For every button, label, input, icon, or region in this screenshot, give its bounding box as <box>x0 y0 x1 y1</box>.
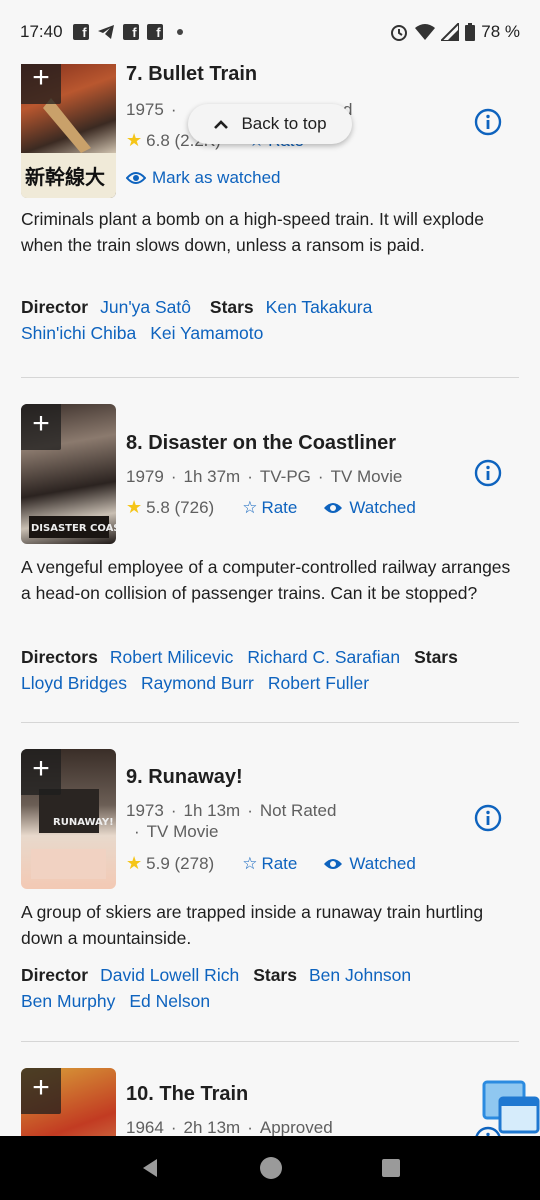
status-time: 17:40 <box>20 22 63 41</box>
add-to-watchlist-icon[interactable]: + <box>21 404 61 450</box>
credits: Director Jun'ya Satô Stars Ken Takakura Sh… <box>21 297 373 343</box>
star-link[interactable]: Shin'ichi Chiba <box>21 323 136 343</box>
watched-button[interactable]: Watched <box>323 854 416 874</box>
eye-icon <box>126 172 146 184</box>
svg-text:DISASTER COASTLINER: DISASTER COASTLINER <box>31 523 116 534</box>
poster-image[interactable]: RUNAWAY! + <box>21 749 116 889</box>
divider <box>21 722 519 723</box>
status-bar: 17:40 f f f 78 % <box>0 0 540 64</box>
add-to-watchlist-icon[interactable]: + <box>21 1068 61 1114</box>
facebook-icon: f <box>72 24 89 40</box>
director-link[interactable]: Jun'ya Satô <box>100 297 191 317</box>
rating-row: ★ 5.9 (278) ☆ Rate Watched <box>126 853 416 874</box>
star-outline-icon: ☆ <box>242 497 258 517</box>
star-link[interactable]: Robert Fuller <box>268 673 369 693</box>
credits: Directors Robert Milicevic Richard C. Sara… <box>21 647 458 693</box>
star-icon: ★ <box>126 853 143 873</box>
system-navigation-bar <box>0 1136 540 1200</box>
poster-image[interactable]: 新幹線大 + <box>21 64 116 198</box>
movie-meta: 1964 · 2h 13m · Approved <box>126 1118 333 1136</box>
star-link[interactable]: Lloyd Bridges <box>21 673 127 693</box>
back-to-top-button[interactable]: Back to top <box>188 104 352 144</box>
wifi-icon <box>415 24 436 40</box>
director-link[interactable]: Robert Milicevic <box>110 647 234 667</box>
director-link[interactable]: David Lowell Rich <box>100 965 239 985</box>
info-icon[interactable] <box>474 804 502 832</box>
add-to-watchlist-icon[interactable]: + <box>21 64 61 104</box>
movie-title[interactable]: 8. Disaster on the Coastliner <box>126 432 396 455</box>
notification-dot-icon <box>176 29 183 35</box>
list-item[interactable]: RUNAWAY! + 9. Runaway! 1973 · 1h 13m · Not R… <box>0 749 540 1069</box>
star-link[interactable]: Ben Murphy <box>21 991 115 1011</box>
back-icon[interactable] <box>139 1157 161 1179</box>
telegram-icon <box>97 25 114 39</box>
star-link[interactable]: Kei Yamamoto <box>150 323 263 343</box>
star-outline-icon: ☆ <box>242 853 258 873</box>
svg-text:RUNAWAY!: RUNAWAY! <box>53 817 114 828</box>
movie-title[interactable]: 10. The Train <box>126 1083 248 1106</box>
info-icon[interactable] <box>474 108 502 136</box>
rating-row: ★ 5.8 (726) ☆ Rate Watched <box>126 497 416 518</box>
poster-image[interactable]: DISASTER COASTLINER + <box>21 404 116 544</box>
rate-button[interactable]: ☆Rate <box>242 854 297 874</box>
recents-icon[interactable] <box>381 1158 401 1178</box>
list-item[interactable]: + 10. The Train 1964 · 2h 13m · Approved <box>0 1068 540 1136</box>
star-icon: ★ <box>126 130 143 150</box>
poster-image[interactable]: + <box>21 1068 116 1136</box>
floating-window-icon[interactable] <box>482 1080 540 1136</box>
divider <box>21 377 519 378</box>
rating-value: 5.9 <box>146 853 170 873</box>
divider <box>21 1041 519 1042</box>
vote-count: (278) <box>174 853 215 873</box>
list-item[interactable]: DISASTER COASTLINER + 8. Disaster on the… <box>0 404 540 724</box>
movie-description: A group of skiers are trapped inside a r… <box>21 902 484 948</box>
movie-meta: 1973 · 1h 13m · Not Rated <box>126 801 337 820</box>
battery-percent: 78 % <box>481 22 520 41</box>
signal-icon <box>441 23 460 41</box>
movie-title[interactable]: 9. Runaway! <box>126 766 243 789</box>
movie-description: Criminals plant a bomb on a high-speed t… <box>21 209 485 255</box>
star-icon: ★ <box>126 497 143 517</box>
facebook-icon: f <box>146 24 163 40</box>
add-to-watchlist-icon[interactable]: + <box>21 749 61 795</box>
movie-title[interactable]: 7. Bullet Train <box>126 64 257 86</box>
rate-button[interactable]: ☆Rate <box>242 498 297 518</box>
watched-button[interactable]: Watched <box>323 498 416 518</box>
vote-count: (726) <box>174 497 215 517</box>
eye-icon <box>324 858 343 869</box>
star-link[interactable]: Ken Takakura <box>266 297 373 317</box>
star-link[interactable]: Raymond Burr <box>141 673 254 693</box>
eye-icon <box>324 502 343 513</box>
movie-description: A vengeful employee of a computer-contro… <box>21 557 511 603</box>
credits: Director David Lowell Rich Stars Ben Johnso… <box>21 965 412 1011</box>
battery-icon <box>465 23 476 41</box>
info-icon[interactable] <box>474 459 502 487</box>
star-link[interactable]: Ed Nelson <box>129 991 210 1011</box>
movie-list[interactable]: 新幹線大 + 7. Bullet Train 1975·ed ★ 6.8 (2.… <box>0 64 540 1136</box>
rating-value: 5.8 <box>146 497 170 517</box>
star-link[interactable]: Ben Johnson <box>309 965 411 985</box>
svg-text:新幹線大: 新幹線大 <box>25 165 105 189</box>
home-icon[interactable] <box>259 1156 283 1180</box>
chevron-up-icon <box>214 120 229 129</box>
facebook-icon: f <box>122 24 139 40</box>
mark-as-watched-button[interactable]: Mark as watched <box>126 168 281 188</box>
movie-meta-line2: · TV Movie <box>134 822 219 841</box>
movie-meta: 1979 · 1h 37m · TV-PG · TV Movie <box>126 467 403 486</box>
director-link[interactable]: Richard C. Sarafian <box>247 647 400 667</box>
alarm-icon <box>391 25 408 41</box>
rating-value: 6.8 <box>146 130 170 150</box>
